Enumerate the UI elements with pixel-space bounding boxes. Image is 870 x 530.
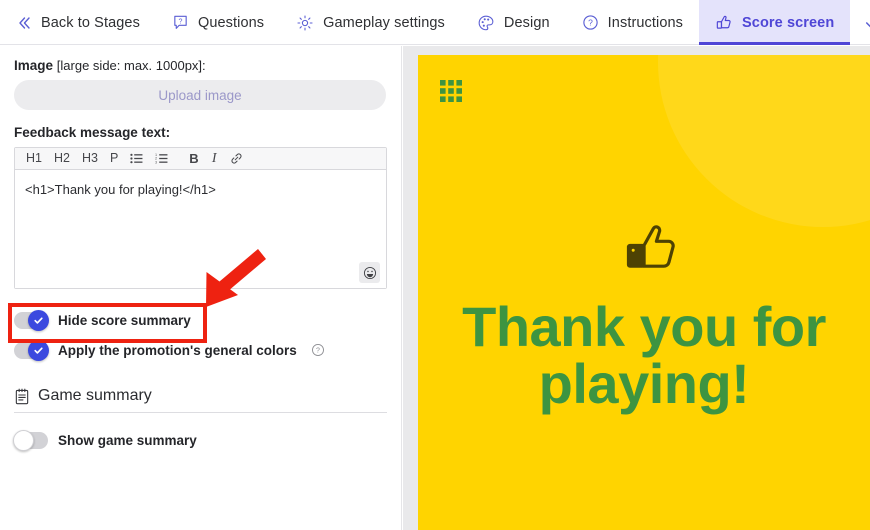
checkmark-icon [864, 12, 870, 34]
numbered-list-icon: 1 2 3 [155, 153, 168, 164]
editor-h1-button[interactable]: H1 [21, 151, 47, 166]
tab-gameplay-settings[interactable]: Gameplay settings [280, 0, 461, 45]
question-circle-icon: ? [582, 14, 599, 31]
toggle-knob [28, 309, 49, 331]
tab-label: Score screen [742, 14, 835, 31]
game-summary-section-header: Game summary [14, 387, 387, 413]
score-screen-settings-panel: Image [large side: max. 1000px]: Upload … [0, 46, 402, 530]
question-bubble-icon: ? [172, 14, 189, 31]
toggle-switch[interactable] [13, 429, 48, 451]
grid-3x3-icon[interactable] [440, 80, 462, 107]
toggle-switch[interactable] [14, 309, 49, 331]
svg-text:?: ? [316, 348, 320, 355]
bullet-list-icon [130, 153, 143, 164]
editor-content-area[interactable]: <h1>Thank you for playing!</h1> [15, 170, 386, 288]
upload-image-button[interactable]: Upload image [14, 80, 386, 110]
tab-design[interactable]: Design [461, 0, 566, 45]
help-circle-icon[interactable]: ? [311, 343, 325, 357]
game-summary-title: Game summary [38, 387, 152, 404]
tab-label: Instructions [607, 14, 684, 31]
svg-text:?: ? [588, 17, 593, 27]
image-field-label: Image [large side: max. 1000px]: [14, 58, 387, 73]
feedback-message-label: Feedback message text: [14, 125, 171, 140]
tab-back-to-stages[interactable]: Back to Stages [0, 0, 156, 45]
toggle-hide-score-summary[interactable]: Hide score summary [14, 305, 387, 335]
tab-label: Design [503, 14, 550, 31]
toggle-label: Hide score summary [58, 312, 191, 328]
editor-content-text: <h1>Thank you for playing!</h1> [25, 182, 216, 197]
clipboard-icon [14, 388, 30, 405]
image-label-hint: [large side: max. 1000px]: [56, 58, 206, 73]
toggle-show-game-summary[interactable]: Show game summary [13, 425, 387, 455]
tab-questions[interactable]: ? Questions [156, 0, 280, 45]
toggle-switch[interactable] [14, 339, 49, 361]
preview-decoration-circle [658, 55, 870, 227]
thumbs-up-icon [715, 14, 733, 32]
toggle-knob [13, 429, 34, 451]
svg-text:3: 3 [155, 160, 157, 164]
editor-bold-button[interactable]: B [184, 151, 203, 166]
thumbs-up-icon [620, 220, 682, 287]
editor-numbered-list-button[interactable]: 1 2 3 [150, 152, 173, 165]
toggle-label: Apply the promotion's general colors [58, 342, 297, 358]
tab-label: Back to Stages [41, 14, 140, 31]
palette-icon [477, 14, 495, 32]
svg-text:?: ? [178, 18, 182, 26]
chevrons-left-icon [16, 15, 32, 31]
tab-label: Gameplay settings [323, 14, 445, 31]
tab-label: Questions [197, 14, 265, 31]
score-screen-editor: Back to Stages ? Questions Gameplay sett… [0, 0, 870, 530]
image-label-text: Image [14, 58, 54, 73]
emoji-picker-button[interactable] [359, 262, 380, 283]
link-icon [230, 152, 243, 165]
toggle-knob [28, 339, 49, 361]
toggle-apply-general-colors[interactable]: Apply the promotion's general colors ? [14, 335, 387, 365]
score-screen-preview: Thank you for playing! [418, 55, 870, 530]
smiley-icon [363, 266, 377, 280]
editor-h3-button[interactable]: H3 [77, 151, 103, 166]
editor-link-button[interactable] [225, 151, 248, 166]
feedback-message-editor: H1 H2 H3 P 1 2 3 B I <h1>Thank you for p… [14, 147, 387, 289]
toggle-label: Show game summary [58, 432, 197, 448]
editor-bullet-list-button[interactable] [125, 152, 148, 165]
editor-italic-button[interactable]: I [206, 151, 223, 167]
editor-h2-button[interactable]: H2 [49, 151, 75, 166]
tab-instructions[interactable]: ? Instructions [566, 0, 699, 45]
gear-icon [296, 14, 314, 32]
preview-message-text: Thank you for playing! [462, 295, 826, 416]
editor-paragraph-button[interactable]: P [105, 151, 123, 166]
editor-tab-bar: Back to Stages ? Questions Gameplay sett… [0, 0, 870, 45]
editor-toolbar: H1 H2 H3 P 1 2 3 B I [15, 148, 386, 170]
tab-score-screen[interactable]: Score screen [699, 0, 851, 45]
tab-save-check[interactable] [850, 0, 870, 45]
